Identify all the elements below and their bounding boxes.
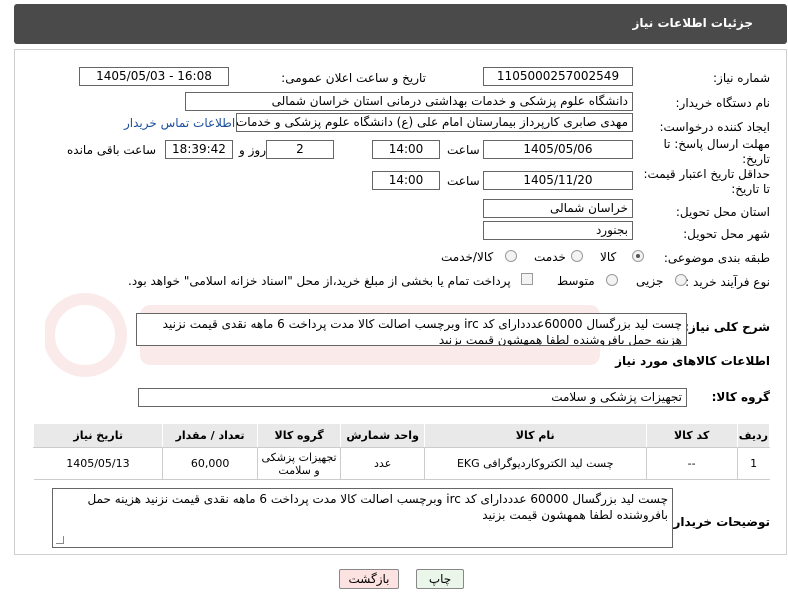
need-number-field: 1105000257002549 [483, 67, 633, 86]
days-label: روز و [239, 143, 266, 157]
item-name: چست لید الکتروکاردیوگرافی EKG [423, 447, 647, 480]
column-header: نام کالا [423, 423, 647, 448]
description-label: شرح کلی نیاز: [684, 320, 770, 334]
price-deadline-label: حداقل تاریخ اعتبار قیمت: [643, 167, 770, 181]
back-button[interactable]: بازگشت [339, 569, 399, 589]
process-minor-label: جزیی [636, 274, 664, 288]
delivery-city-label: شهر محل تحویل: [683, 227, 770, 241]
price-time-field: 14:00 [372, 171, 440, 190]
category-goods-service-label: کالا/خدمت [441, 250, 494, 264]
creator-field: مهدی صابری کارپرداز بیمارستان امام علی (… [236, 113, 633, 132]
column-header: تعداد / مقدار [162, 423, 258, 448]
goods-group-label: گروه کالا: [711, 390, 770, 404]
reply-date-field: 1405/05/06 [483, 140, 633, 159]
announce-date-field: 1405/05/03 - 16:08 [79, 67, 229, 86]
item-quantity: 60,000 [162, 447, 258, 480]
price-deadline-label-date: تا تاریخ: [731, 182, 770, 196]
process-medium-radio[interactable] [606, 274, 618, 286]
item-unit: عدد [340, 447, 425, 480]
buyer-notes-textarea[interactable]: چست لید بزرگسال 60000 عدددارای کد irc وب… [52, 488, 673, 548]
delivery-province-label: استان محل تحویل: [675, 205, 770, 219]
row-index: 1 [736, 447, 770, 480]
print-button[interactable]: چاپ [416, 569, 464, 589]
goods-table: ردیف کد کالا نام کالا واحد شمارش گروه کا… [32, 423, 771, 480]
process-minor-radio[interactable] [675, 274, 687, 286]
treasury-payment-note: پرداخت تمام یا بخشی از مبلغ خرید،از محل … [128, 274, 511, 288]
column-header: گروه کالا [256, 423, 342, 448]
reply-deadline-label-date: تاریخ: [742, 152, 770, 166]
delivery-city-field: بجنورد [483, 221, 633, 240]
price-time-label: ساعت [447, 174, 480, 188]
description-textarea[interactable]: چست لید بزرگسال 60000عدددارای کد irc وبر… [136, 313, 687, 346]
remaining-label: ساعت باقی مانده [67, 143, 157, 157]
creator-label: ایجاد کننده درخواست: [659, 120, 770, 134]
goods-section-title: اطلاعات کالاهای مورد نیاز [615, 354, 770, 368]
reply-days-field: 2 [266, 140, 334, 159]
column-header: واحد شمارش [340, 423, 425, 448]
price-date-field: 1405/11/20 [483, 171, 633, 190]
treasury-payment-checkbox[interactable] [521, 273, 533, 285]
category-goods-label: کالا [600, 250, 617, 264]
category-service-label: خدمت [534, 250, 566, 264]
buyer-org-field: دانشگاه علوم پزشکی و خدمات بهداشتی درمان… [185, 92, 633, 111]
category-label: طبقه بندی موضوعی: [663, 251, 770, 265]
category-goods-radio[interactable] [632, 250, 644, 262]
goods-table-header: ردیف کد کالا نام کالا واحد شمارش گروه کا… [32, 423, 771, 448]
remaining-time-field: 18:39:42 [165, 140, 233, 159]
process-medium-label: متوسط [557, 274, 595, 288]
buyer-org-label: نام دستگاه خریدار: [675, 96, 771, 110]
column-header: ردیف [736, 423, 771, 448]
page-header: جزئیات اطلاعات نیاز [14, 4, 787, 44]
process-label: نوع فرآیند خرید : [685, 275, 770, 289]
item-code: -- [645, 447, 738, 480]
resize-grip-icon[interactable] [56, 536, 64, 544]
category-service-radio[interactable] [571, 250, 583, 262]
delivery-province-field: خراسان شمالی [483, 199, 633, 218]
column-header: کد کالا [645, 423, 738, 448]
page-title: جزئیات اطلاعات نیاز [632, 16, 753, 30]
reply-time-label: ساعت [447, 143, 480, 157]
need-number-label: شماره نیاز: [713, 71, 770, 85]
announce-date-label: تاریخ و ساعت اعلان عمومی: [281, 71, 426, 85]
reply-time-field: 14:00 [372, 140, 440, 159]
item-group: تجهیزات پزشکی و سلامت [256, 447, 341, 480]
goods-group-field: تجهیزات پزشکی و سلامت [138, 388, 687, 407]
table-row: 1 -- چست لید الکتروکاردیوگرافی EKG عدد ت… [33, 447, 770, 480]
column-header: تاریخ نیاز [32, 423, 164, 448]
buyer-notes-label: توضیحات خریدار: [668, 515, 770, 529]
reply-deadline-label: مهلت ارسال پاسخ: تا [663, 137, 770, 151]
contact-info-link[interactable]: اطلاعات تماس خریدار [124, 116, 235, 130]
item-need-date: 1405/05/13 [33, 447, 163, 480]
category-goods-service-radio[interactable] [505, 250, 517, 262]
